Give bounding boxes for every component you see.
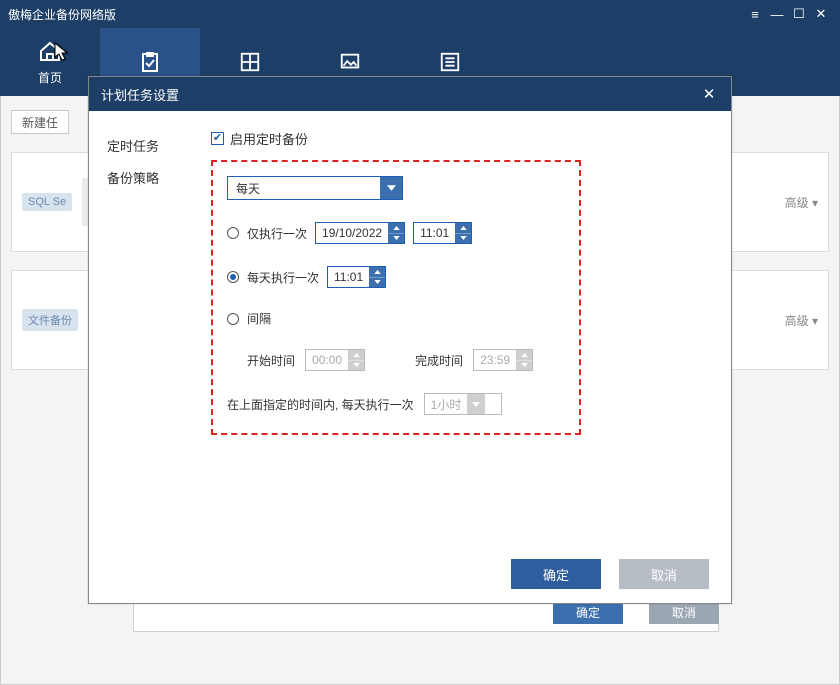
image-icon	[337, 49, 363, 75]
end-time-value: 23:59	[474, 353, 516, 367]
once-time-field[interactable]: 11:01	[413, 222, 472, 244]
chevron-down-icon[interactable]	[380, 177, 402, 199]
daily-time-value: 11:01	[328, 270, 369, 284]
tool-home-label: 首页	[38, 69, 62, 86]
dialog-header: 计划任务设置 ✕	[89, 77, 731, 111]
spin-up-icon	[516, 350, 532, 360]
dialog-body: 定时任务 备份策略 ✔ 启用定时备份 每天 仅执行一次	[89, 111, 731, 545]
spin-up-icon	[348, 350, 364, 360]
option-interval-row: 间隔	[227, 310, 565, 327]
dialog-footer: 确定 取消	[89, 545, 731, 603]
frequency-select[interactable]: 每天	[227, 176, 403, 200]
spin-down-icon[interactable]	[369, 277, 385, 288]
dialog-nav: 定时任务 备份策略	[89, 111, 211, 545]
option-interval-label: 间隔	[247, 310, 271, 327]
titlebar: 傲梅企业备份网络版 ≡ ― ☐ ✕	[0, 0, 840, 28]
schedule-options-box: 每天 仅执行一次 19/10/2022	[211, 160, 581, 435]
frequency-value: 每天	[228, 180, 380, 197]
schedule-dialog: 计划任务设置 ✕ 定时任务 备份策略 ✔ 启用定时备份 每天	[88, 76, 732, 604]
card-sql-tag: SQL Se	[22, 193, 72, 211]
start-time-field: 00:00	[305, 349, 365, 371]
radio-interval[interactable]	[227, 313, 239, 325]
radio-daily[interactable]	[227, 271, 239, 283]
list-lines-icon	[437, 49, 463, 75]
card-sql-adv[interactable]: 高级 ▾	[785, 194, 818, 211]
start-label: 开始时间	[247, 352, 295, 369]
home-icon	[37, 39, 63, 65]
option-daily-label: 每天执行一次	[247, 269, 319, 286]
new-task-button[interactable]: 新建任	[11, 110, 69, 134]
daily-time-field[interactable]: 11:01	[327, 266, 386, 288]
end-time-field: 23:59	[473, 349, 533, 371]
spin-up-icon[interactable]	[388, 223, 404, 233]
dialog-content: ✔ 启用定时备份 每天 仅执行一次 19/10/2022	[211, 111, 731, 545]
enable-label: 启用定时备份	[230, 129, 308, 148]
dialog-close-icon[interactable]: ✕	[699, 85, 719, 103]
radio-once[interactable]	[227, 227, 239, 239]
enable-schedule-row[interactable]: ✔ 启用定时备份	[211, 129, 707, 148]
repeat-note: 在上面指定的时间内, 每天执行一次	[227, 396, 414, 413]
close-icon[interactable]: ✕	[810, 6, 832, 22]
list-icon[interactable]: ≡	[744, 7, 766, 22]
dialog-title: 计划任务设置	[101, 85, 179, 104]
enable-checkbox[interactable]: ✔	[211, 132, 224, 145]
once-date-field[interactable]: 19/10/2022	[315, 222, 405, 244]
option-once-label: 仅执行一次	[247, 225, 307, 242]
spin-down-icon[interactable]	[388, 233, 404, 244]
nav-schedule[interactable]: 定时任务	[107, 129, 211, 161]
clipboard-check-icon	[137, 49, 163, 75]
nav-policy[interactable]: 备份策略	[107, 161, 211, 193]
once-time-value: 11:01	[414, 226, 455, 240]
card-file-tag: 文件备份	[22, 309, 78, 331]
spin-down-icon[interactable]	[455, 233, 471, 244]
end-label: 完成时间	[415, 352, 463, 369]
repeat-value: 1小时	[425, 396, 468, 413]
spin-down-icon	[348, 360, 364, 371]
repeat-select: 1小时	[424, 393, 502, 415]
spin-down-icon	[516, 360, 532, 371]
option-daily-row: 每天执行一次 11:01	[227, 266, 565, 288]
windows-icon	[237, 49, 263, 75]
app-title: 傲梅企业备份网络版	[8, 6, 744, 23]
interval-times-row: 开始时间 00:00 完成时间 23:59	[247, 349, 565, 371]
spin-up-icon[interactable]	[455, 223, 471, 233]
card-file-adv[interactable]: 高级 ▾	[785, 312, 818, 329]
repeat-row: 在上面指定的时间内, 每天执行一次 1小时	[227, 393, 565, 415]
spin-up-icon[interactable]	[369, 267, 385, 277]
maximize-icon[interactable]: ☐	[788, 6, 810, 22]
start-time-value: 00:00	[306, 353, 348, 367]
tool-home[interactable]: 首页	[0, 28, 100, 96]
minimize-icon[interactable]: ―	[766, 7, 788, 22]
chevron-down-icon	[467, 394, 485, 414]
dialog-cancel-button[interactable]: 取消	[619, 559, 709, 589]
dialog-ok-button[interactable]: 确定	[511, 559, 601, 589]
once-date-value: 19/10/2022	[316, 226, 388, 240]
option-once-row: 仅执行一次 19/10/2022 11:01	[227, 222, 565, 244]
